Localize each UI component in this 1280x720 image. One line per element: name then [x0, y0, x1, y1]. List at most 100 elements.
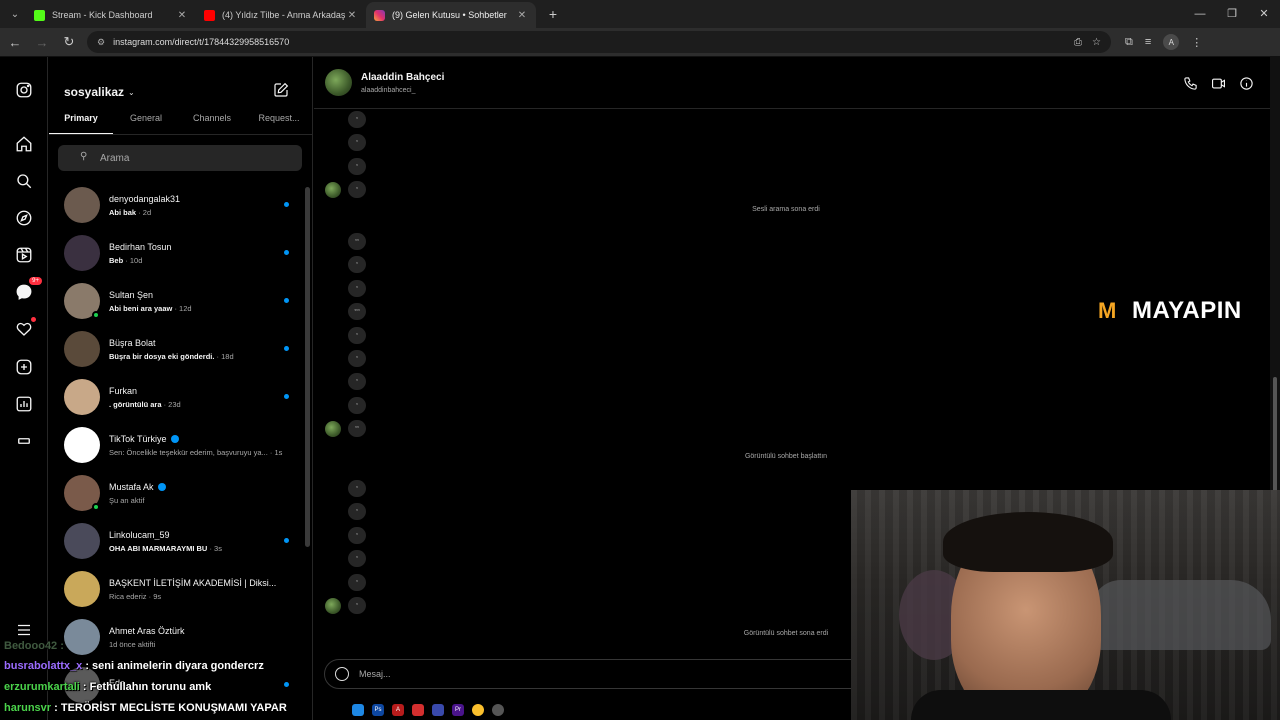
minimize-button[interactable]: —	[1184, 0, 1216, 28]
message-time: · 18d	[216, 351, 234, 361]
address-bar[interactable]: ⚙ instagram.com/direct/t/178443299585165…	[87, 31, 1111, 53]
video-call-icon[interactable]	[1210, 75, 1226, 91]
conversation-row[interactable]: Sultan Şen Abi beni ara yaaw · 12d	[49, 277, 305, 325]
stream-chat-line: Bedooo42 :	[4, 640, 64, 652]
voice-call-icon[interactable]	[1182, 75, 1198, 91]
tab-search-button[interactable]: ⌄	[4, 3, 26, 25]
message-bubble[interactable]: ,	[348, 480, 366, 497]
chat-username: harunsvr	[4, 702, 52, 714]
account-switcher[interactable]: sosyalikaz ⌄	[64, 85, 135, 99]
message-bubble[interactable]: ,	[348, 503, 366, 521]
system-message: Görüntülü sohbet başlattın	[744, 453, 828, 460]
scroll-thumb[interactable]	[1273, 377, 1277, 497]
conversation-row[interactable]: Mustafa Ak Şu an aktif	[49, 469, 305, 517]
conversation-row[interactable]: denyodangalak31 Abi bak · 2d	[49, 181, 305, 229]
conversation-row[interactable]: Linkolucam_59 OHA ABI MARMARAYMI BU · 3s	[49, 517, 305, 565]
threads-icon[interactable]	[12, 429, 36, 453]
messages-icon[interactable]: 9+	[12, 277, 42, 304]
tab-general[interactable]: General	[113, 113, 179, 134]
chat-contact-name[interactable]: Alaaddin Bahçeci	[361, 72, 444, 83]
app-icon[interactable]	[492, 704, 504, 716]
browser-menu-icon[interactable]: ⋮	[1191, 36, 1202, 49]
conversation-scrollbar[interactable]	[305, 187, 310, 547]
photoshop-icon[interactable]: Ps	[372, 704, 384, 716]
app-icon[interactable]	[352, 704, 364, 716]
message-bubble[interactable]: ,	[348, 550, 366, 568]
close-window-button[interactable]: ✕	[1248, 0, 1280, 28]
message-placeholder: Mesaj...	[359, 669, 391, 679]
message-bubble[interactable]: ,	[348, 396, 366, 414]
search-icon[interactable]	[12, 169, 36, 193]
tab-primary[interactable]: Primary	[49, 113, 113, 134]
browser-toolbar: ← → ↻ ⚙ instagram.com/direct/t/178443299…	[0, 28, 1280, 57]
conversation-row[interactable]: BAŞKENT İLETİŞİM AKADEMİSİ | Diksi... Ric…	[49, 565, 305, 613]
message-time: · 9s	[148, 591, 162, 601]
message-bubble[interactable]: ,	[348, 350, 366, 367]
mayapin-m-icon: M	[1098, 298, 1117, 323]
message-bubble[interactable]: ,	[348, 326, 366, 344]
back-button[interactable]: ←	[3, 35, 27, 50]
restore-button[interactable]: ❐	[1216, 0, 1248, 28]
app-icon[interactable]	[432, 704, 444, 716]
verified-badge-icon	[157, 482, 166, 491]
chat-username: alaaddinbahceci_	[361, 87, 416, 94]
chrome-icon[interactable]	[472, 704, 484, 716]
chat-avatar[interactable]	[325, 69, 352, 96]
explore-icon[interactable]	[12, 206, 36, 230]
browser-tab-youtube[interactable]: (4) Yıldız Tilbe - Anma Arkadaş ✕	[196, 2, 366, 28]
forward-button[interactable]: →	[30, 35, 54, 50]
message-bubble[interactable]: ,	[348, 573, 366, 591]
home-icon[interactable]	[12, 132, 36, 156]
message-bubble[interactable]: ,,	[348, 420, 366, 438]
message-bubble[interactable]: ,	[348, 181, 366, 199]
profile-avatar[interactable]: A	[1163, 34, 1180, 50]
new-message-icon[interactable]	[273, 82, 291, 100]
message-bubble[interactable]: ,	[348, 597, 366, 614]
browser-tab-instagram[interactable]: (9) Gelen Kutusu • Sohbetler ✕	[366, 2, 536, 28]
tab-close-icon[interactable]: ✕	[346, 10, 358, 21]
search-input[interactable]: ⚲ Arama	[58, 145, 302, 171]
chat-username: erzurumkartali	[4, 681, 80, 693]
media-controls-icon[interactable]: ≡	[1145, 36, 1151, 48]
extensions-icon[interactable]: ⧉	[1125, 36, 1133, 49]
message-bubble[interactable]: ,	[348, 157, 366, 175]
message-bubble[interactable]: ,	[348, 256, 366, 274]
conversation-row[interactable]: Büşra Bolat Büşra bir dosya eki gönderdi.…	[49, 325, 305, 373]
message-bubble[interactable]: ,,,	[348, 303, 366, 321]
conversation-row[interactable]: Furkan . görüntülü ara · 23d	[49, 373, 305, 421]
message-bubble[interactable]: ,	[348, 134, 366, 152]
message-bubble[interactable]: ,,	[348, 233, 366, 250]
insights-icon[interactable]	[12, 392, 36, 416]
app-icon[interactable]	[412, 704, 424, 716]
message-bubble[interactable]: ,	[348, 526, 366, 544]
message-time: · 3s	[209, 543, 222, 553]
create-icon[interactable]	[12, 355, 36, 379]
tab-close-icon[interactable]: ✕	[176, 10, 188, 21]
reels-icon[interactable]	[12, 243, 36, 267]
conversation-row[interactable]: Bedirhan Tosun Beb · 10d	[49, 229, 305, 277]
message-bubble[interactable]: ,	[348, 373, 366, 391]
unread-dot	[284, 250, 289, 255]
avatar	[64, 235, 100, 271]
message-bubble[interactable]: ,	[348, 279, 366, 297]
conversation-info-icon[interactable]	[1238, 75, 1254, 91]
message-bubble[interactable]: ,	[348, 111, 366, 128]
notifications-heart-icon[interactable]	[12, 317, 36, 341]
install-app-icon[interactable]: ⎙	[1074, 37, 1082, 48]
conversation-name: Büşra Bolat	[109, 337, 156, 348]
instagram-logo-icon[interactable]	[12, 78, 36, 102]
tab-close-icon[interactable]: ✕	[516, 10, 528, 21]
reload-button[interactable]: ↻	[57, 34, 81, 50]
new-tab-button[interactable]: +	[542, 6, 564, 22]
browser-tab-kick[interactable]: Stream - Kick Dashboard ✕	[26, 2, 196, 28]
instagram-nav-rail: 9+	[0, 57, 48, 720]
tab-channels[interactable]: Channels	[179, 113, 245, 134]
conversation-row[interactable]: TikTok Türkiye Sen: Öncelikle teşekkür ed…	[49, 421, 305, 469]
avatar	[64, 475, 100, 511]
chat-username: busrabolattx_x	[4, 660, 83, 672]
site-info-icon[interactable]: ⚙	[97, 37, 105, 48]
premiere-icon[interactable]: Pr	[452, 704, 464, 716]
tab-requests[interactable]: Request...	[245, 113, 313, 134]
bookmark-star-icon[interactable]: ☆	[1092, 37, 1101, 48]
acrobat-icon[interactable]: A	[392, 704, 404, 716]
